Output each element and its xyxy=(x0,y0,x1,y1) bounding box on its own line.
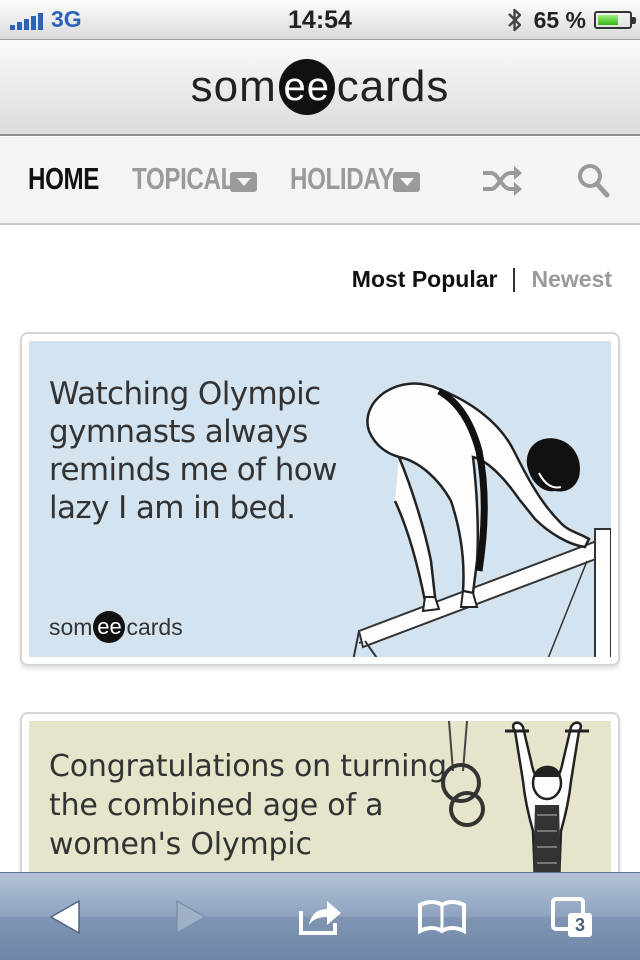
ecard-image: Watching Olympic gymnasts always reminds… xyxy=(29,341,611,657)
battery-level-fill xyxy=(598,15,618,25)
back-arrow-icon xyxy=(49,899,80,935)
sort-divider xyxy=(513,267,516,292)
holiday-dropdown-icon[interactable] xyxy=(393,172,420,192)
caption-line: reminds me of how xyxy=(49,452,338,488)
caption-line: the combined age of a xyxy=(49,788,384,823)
logo-text-right: cards xyxy=(336,62,450,111)
ecard-item[interactable]: Watching Olympic gymnasts always reminds… xyxy=(20,332,620,666)
ecard-logo: som ee cards xyxy=(49,611,183,643)
nav-home[interactable]: HOME xyxy=(28,161,99,197)
sort-switcher: Most Popular Newest xyxy=(352,266,612,293)
ecard-caption: Watching Olympic gymnasts always reminds… xyxy=(49,375,338,527)
battery-icon xyxy=(594,11,636,29)
ecard-logo-disc: ee xyxy=(93,611,126,643)
battery-percent: 65 % xyxy=(533,6,586,33)
sort-most-popular[interactable]: Most Popular xyxy=(352,266,498,293)
nav-holiday[interactable]: HOLIDAY xyxy=(290,161,394,197)
site-header: som ee cards xyxy=(0,40,640,136)
caption-line: gymnasts always xyxy=(49,414,308,450)
caption-line: lazy I am in bed. xyxy=(49,490,296,526)
browser-toolbar: 3 xyxy=(0,872,640,960)
status-bar: 3G 14:54 65 % xyxy=(0,0,640,40)
caption-line: Watching Olympic xyxy=(49,376,321,412)
ecard-logo-left: som xyxy=(49,613,93,640)
tabs-button[interactable]: 3 xyxy=(546,895,598,939)
logo-text-left: som xyxy=(190,62,277,111)
someecards-logo[interactable]: som ee cards xyxy=(191,59,450,115)
gymnast-illustration xyxy=(352,382,611,657)
share-button[interactable] xyxy=(294,895,346,939)
ecard-logo-right: cards xyxy=(126,613,183,640)
tabs-count: 3 xyxy=(568,913,592,937)
logo-disc: ee xyxy=(278,59,335,115)
ecard-caption: Congratulations on turning the combined … xyxy=(49,747,447,864)
search-icon[interactable] xyxy=(576,161,612,201)
logo-text-center: ee xyxy=(283,64,331,109)
status-right: 65 % xyxy=(504,6,636,34)
share-icon xyxy=(299,901,341,935)
nav-topical[interactable]: TOPICAL xyxy=(132,161,235,197)
forward-button[interactable] xyxy=(164,895,216,939)
shuffle-icon[interactable] xyxy=(480,161,524,201)
bookmarks-icon xyxy=(418,900,466,935)
bluetooth-icon xyxy=(507,8,521,32)
ecard-logo-center: ee xyxy=(97,614,122,639)
sort-newest[interactable]: Newest xyxy=(531,266,612,293)
caption-line: Congratulations on turning xyxy=(49,749,447,784)
caption-line: women's Olympic xyxy=(49,827,312,862)
topical-dropdown-icon[interactable] xyxy=(230,172,257,192)
back-button[interactable] xyxy=(40,895,92,939)
bookmarks-button[interactable] xyxy=(416,895,468,939)
forward-arrow-icon xyxy=(176,899,207,935)
main-nav: HOME TOPICAL HOLIDAY xyxy=(0,137,640,225)
rings-gymnast-illustration xyxy=(441,721,589,881)
